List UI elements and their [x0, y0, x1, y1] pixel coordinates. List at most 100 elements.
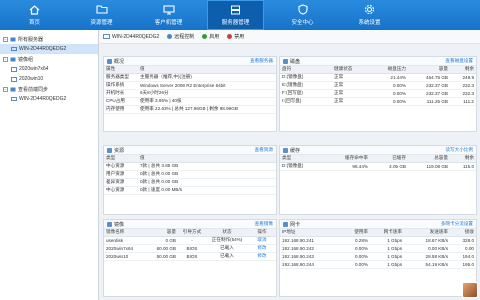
- table-row: 192.168.90.243 0.00% 1 Gbps 28.58 KB/s 194.0: [280, 252, 476, 261]
- table-header-row: 类型 缓存命中率 已缓存 总容量 剩余: [280, 155, 476, 163]
- tree-item-label: WIN-2D44R0QEDG2: [19, 46, 67, 52]
- overview-table: 属性 值 服务器类型 主服务器（推荐,中)(注册) 操作系统 Windows Ser…: [104, 66, 276, 114]
- nav-security[interactable]: 安全中心: [274, 0, 331, 30]
- tree-group-all-servers[interactable]: − 所有服务器: [0, 34, 98, 44]
- cell: 195.0: [450, 260, 476, 269]
- server-icon: [229, 5, 243, 15]
- nic-header: 网卡 多网卡分流设置: [280, 220, 476, 229]
- tree-item-label: 2020win10: [19, 76, 44, 82]
- cache-ratio-link[interactable]: 读写大小比例: [445, 147, 473, 153]
- tree-item-server[interactable]: WIN-2D44R0QEDG2: [0, 94, 98, 104]
- nav-resources[interactable]: 资源管理: [73, 0, 130, 30]
- edit-link[interactable]: 修改: [248, 252, 276, 261]
- table-header-row: 盘符 健康状态 磁盘压力 容量 剩余: [280, 66, 476, 74]
- nic-split-settings-link[interactable]: 多网卡分流设置: [441, 221, 473, 227]
- column-header: 磁盘压力: [370, 66, 408, 74]
- overview-header: 概况 查看服务器: [104, 57, 276, 66]
- column-header: 容量: [148, 229, 178, 237]
- nic-table: IP地址 使用率 网卡速率 发送速率 接收 192.168.90.241 0.28…: [280, 229, 476, 269]
- nav-settings[interactable]: 系统设置: [341, 0, 398, 30]
- images-title: 镜像: [114, 221, 125, 228]
- cell: 50.00 GB: [148, 252, 178, 261]
- table-row: CPU占用 使用率 3.95% | 40核: [104, 97, 276, 106]
- cell: 0.00%: [336, 252, 370, 261]
- top-nav-bar: 首页 资源管理 客户机管理 服务器管理 安全中心 系统设置: [0, 0, 480, 30]
- disk-title: 磁盘: [290, 58, 301, 65]
- view-images-link[interactable]: 查看镜像: [255, 221, 273, 227]
- folder-icon: [95, 5, 109, 15]
- nav-servers-label: 服务器管理: [221, 19, 250, 26]
- avatar[interactable]: [462, 282, 478, 298]
- collapse-toggle-icon[interactable]: −: [3, 56, 8, 62]
- cell: 已载入: [206, 252, 248, 261]
- remote-control-button[interactable]: 远程控制: [167, 33, 194, 40]
- cell: 主服务器（推荐,中)(注册): [138, 73, 276, 82]
- cell: 0 GB: [148, 236, 178, 245]
- nav-clients[interactable]: 客户机管理: [140, 0, 197, 30]
- nav-resources-label: 资源管理: [90, 19, 113, 26]
- table-row: 2020win7x64 60.00 GB BIOS 已载入 修改: [104, 244, 276, 253]
- overview-icon: [107, 58, 112, 64]
- cell: 中心资源: [104, 162, 138, 171]
- table-row: 192.168.90.244 0.00% 1 Gbps 54.19 KB/s 195.0: [280, 260, 476, 269]
- nav-home[interactable]: 首页: [6, 0, 63, 30]
- column-header: 剩余: [450, 66, 476, 74]
- cell: 119.08 GB: [408, 162, 450, 171]
- table-row: F:(回写盘) 正常 0.00% 232.37 GB 232.3: [280, 89, 476, 98]
- nic-title: 网卡: [290, 221, 301, 228]
- cell: 1 Gbps: [370, 244, 404, 253]
- table-row: 服务器类型 主服务器（推荐,中)(注册): [104, 73, 276, 82]
- tree-item-image[interactable]: 2020win10: [0, 74, 98, 84]
- tree-group-sync[interactable]: − 查看前端同步: [0, 84, 98, 94]
- table-row: 用户资源 0款 | 总共 0.00 GB: [104, 170, 276, 179]
- tree-group-images[interactable]: − 镜像组: [0, 54, 98, 64]
- cell: 232.3: [450, 81, 476, 90]
- enable-button[interactable]: 启用: [202, 33, 219, 40]
- cell: 54.19 KB/s: [404, 260, 450, 269]
- column-header: 缓存命中率: [332, 155, 370, 163]
- view-resources-link[interactable]: 查看资源: [255, 147, 273, 153]
- cell: 内存使用: [104, 105, 138, 114]
- images-panel: 镜像 查看镜像 镜像名称 容量 引导方式 状态 操作 userdisk 0 GB -…: [103, 219, 277, 297]
- cell: I:(回写盘): [280, 97, 332, 106]
- nic-icon: [283, 221, 288, 227]
- view-server-link[interactable]: 查看服务器: [250, 58, 273, 64]
- collapse-toggle-icon[interactable]: −: [3, 86, 8, 92]
- cell: 248.9: [450, 73, 476, 82]
- cell: 192.168.90.243: [280, 252, 336, 261]
- cell: 4.05 GB: [370, 162, 408, 171]
- cell: 0.00%: [336, 260, 370, 269]
- table-row: 操作系统 Windows Server 2008 R2 Enterprise 64…: [104, 81, 276, 90]
- app-window: { "topnav": [ {"label":"首页","icon":"home…: [0, 0, 480, 300]
- cell: BIOS: [178, 252, 206, 261]
- tree-item-image[interactable]: 2020win7x64: [0, 64, 98, 74]
- edit-link[interactable]: 修改: [248, 244, 276, 253]
- table-row: 差异资源 0款 | 总共 0.00 GB: [104, 178, 276, 187]
- table-row: 192.168.90.241 0.28% 1 Gbps 18.67 KB/s 328.0: [280, 236, 476, 245]
- tree-item-label: 2020win7x64: [19, 66, 49, 72]
- server-detail-pane: WIN-2D44R0QEDG2 远程控制 启用 禁用 概况 查看服务器 属性 值…: [100, 30, 480, 300]
- disk-panel: 磁盘 查看磁盘设置 盘符 健康状态 磁盘压力 容量 剩余 D:(镜像盘) 正常 21…: [279, 56, 477, 132]
- disk-settings-link[interactable]: 查看磁盘设置: [445, 58, 473, 64]
- column-header: 属性: [104, 66, 138, 74]
- table-row: D:(镜像盘) 98.44% 4.05 GB 119.08 GB 115.0: [280, 162, 476, 171]
- enable-label: 启用: [209, 34, 220, 40]
- nav-security-label: 安全中心: [291, 19, 314, 26]
- disable-button[interactable]: 禁用: [227, 33, 244, 40]
- cell: D:(镜像盘): [280, 162, 332, 171]
- cell: 服务器类型: [104, 73, 138, 82]
- collapse-toggle-icon[interactable]: −: [3, 36, 8, 42]
- monitor-icon: [162, 4, 176, 15]
- nav-servers[interactable]: 服务器管理: [207, 0, 264, 30]
- cell: 0.00%: [336, 244, 370, 253]
- cell: 7款 | 总共 3.85 GB: [138, 162, 276, 171]
- column-header: 类型: [280, 155, 332, 163]
- table-row: E:(镜像盘) 正常 0.00% 232.37 GB 232.3: [280, 81, 476, 90]
- column-header: 网卡速率: [370, 229, 404, 237]
- cancel-link[interactable]: 取消: [248, 236, 276, 245]
- tree-item-server[interactable]: WIN-2D44R0QEDG2: [0, 44, 98, 54]
- column-header: 剩余: [450, 155, 476, 163]
- cell: 0.00%: [370, 89, 408, 98]
- disk-image-icon: [11, 66, 17, 72]
- cell: 使用率 3.95% | 40核: [138, 97, 276, 106]
